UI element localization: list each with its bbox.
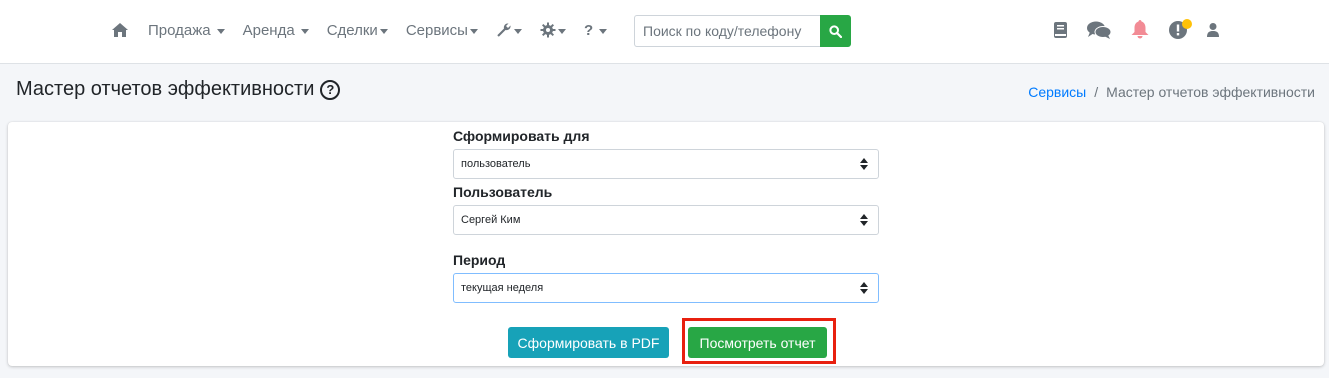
generate-for-label: Сформировать для: [453, 128, 590, 144]
nav-item-rent-label: Аренда: [242, 21, 295, 39]
user-value: Сергей Ким: [461, 214, 521, 226]
breadcrumb-separator: /: [1094, 84, 1099, 100]
user-label: Пользователь: [453, 184, 553, 200]
nav-item-services-label: Сервисы: [405, 21, 468, 39]
nav-menu: Продажа Аренда Сделки Сервисы ?: [112, 18, 625, 42]
user-menu-button[interactable]: [1207, 22, 1219, 37]
generate-for-value: пользователь: [461, 158, 531, 170]
breadcrumb: Сервисы / Мастер отчетов эффективности: [1028, 84, 1315, 100]
search-form: [634, 15, 851, 47]
home-link[interactable]: [112, 23, 128, 37]
alerts-button[interactable]: [1169, 18, 1192, 39]
nav-item-sale[interactable]: Продажа: [148, 22, 225, 39]
home-icon: [112, 23, 128, 37]
nav-item-services[interactable]: Сервисы: [406, 22, 478, 39]
period-select[interactable]: текущая неделя: [453, 273, 879, 303]
nav-item-deals[interactable]: Сделки: [327, 22, 388, 39]
generate-for-select[interactable]: пользователь: [453, 149, 879, 179]
page-title-text: Мастер отчетов эффективности: [16, 78, 315, 100]
search-button[interactable]: [820, 15, 851, 47]
nav-item-rent[interactable]: Аренда: [243, 22, 309, 39]
chevron-down-icon: [216, 28, 225, 34]
user-icon: [1207, 22, 1219, 37]
notifications-button[interactable]: [1131, 20, 1149, 39]
search-input[interactable]: [634, 15, 820, 47]
report-card: Сформировать для пользователь Пользовате…: [8, 122, 1324, 366]
help-icon: ?: [583, 21, 594, 39]
select-arrows-icon: [860, 158, 868, 170]
nav-item-deals-label: Сделки: [326, 21, 378, 39]
nav-item-tools[interactable]: [496, 22, 522, 38]
chevron-down-icon: [513, 28, 522, 34]
bell-icon: [1131, 20, 1149, 39]
breadcrumb-link-services[interactable]: Сервисы: [1028, 84, 1086, 100]
nav-right-icons: [1034, 18, 1219, 39]
top-navbar: Продажа Аренда Сделки Сервисы ?: [0, 0, 1329, 64]
chevron-down-icon: [557, 28, 566, 34]
question-circle-icon[interactable]: ?: [320, 79, 341, 100]
chat-button[interactable]: [1087, 21, 1111, 39]
chevron-down-icon: [300, 28, 309, 34]
chevron-down-icon: [379, 28, 388, 34]
period-label: Период: [453, 252, 506, 268]
comments-icon: [1087, 21, 1111, 39]
chevron-down-icon: [599, 28, 608, 34]
view-report-button[interactable]: Посмотреть отчет: [688, 327, 827, 358]
search-icon: [829, 24, 842, 38]
period-value: текущая неделя: [461, 282, 544, 294]
nav-item-help[interactable]: ?: [583, 21, 608, 39]
page-title: Мастер отчетов эффективности ?: [16, 78, 341, 101]
generate-pdf-button[interactable]: Сформировать в PDF: [508, 327, 669, 358]
book-button[interactable]: [1054, 21, 1067, 38]
wrench-icon: [497, 23, 511, 37]
nav-item-sale-label: Продажа: [148, 21, 211, 39]
nav-item-settings[interactable]: [540, 22, 566, 38]
select-arrows-icon: [860, 282, 868, 294]
breadcrumb-current: Мастер отчетов эффективности: [1106, 84, 1315, 100]
gear-icon: [540, 22, 556, 38]
user-select[interactable]: Сергей Ким: [453, 205, 879, 235]
select-arrows-icon: [860, 214, 868, 226]
alert-badge: [1182, 18, 1192, 29]
book-icon: [1054, 21, 1067, 38]
chevron-down-icon: [469, 28, 478, 34]
